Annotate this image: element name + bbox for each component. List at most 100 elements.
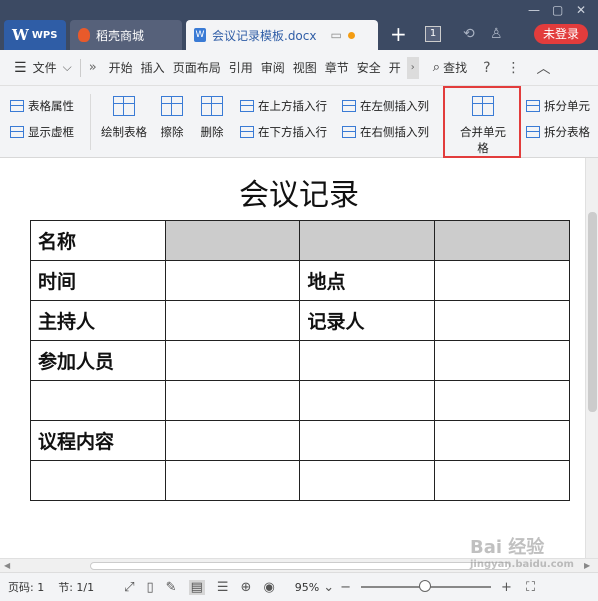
zoom-level[interactable]: 95% bbox=[295, 581, 319, 594]
table-cell[interactable] bbox=[164, 460, 301, 501]
edit-pen-icon[interactable]: ✎ bbox=[166, 580, 177, 595]
outline-view-icon[interactable]: ☰ bbox=[217, 580, 229, 595]
vertical-scrollbar[interactable] bbox=[585, 158, 598, 558]
table-cell[interactable] bbox=[434, 300, 570, 341]
maximize-icon[interactable]: ▢ bbox=[552, 3, 563, 17]
table-cell[interactable] bbox=[434, 340, 570, 381]
document-title[interactable]: 会议记录 bbox=[0, 170, 598, 214]
table-cell[interactable] bbox=[30, 380, 166, 421]
vertical-scroll-thumb[interactable] bbox=[588, 212, 597, 412]
monitor-icon[interactable]: ▭ bbox=[330, 28, 341, 42]
delete-table-icon bbox=[201, 96, 223, 116]
menu-item-layout[interactable]: 页面布局 bbox=[169, 59, 225, 76]
insert-column-right-button[interactable]: 在右侧插入列 bbox=[342, 124, 429, 140]
sync-icon[interactable]: ⟲ bbox=[463, 26, 475, 42]
table-cell[interactable]: 地点 bbox=[299, 260, 436, 301]
insert-row-below-button[interactable]: 在下方插入行 bbox=[240, 124, 327, 140]
table-cell[interactable] bbox=[30, 460, 166, 501]
button-label: 拆分单元 bbox=[544, 99, 590, 113]
button-label: 显示虚框 bbox=[28, 125, 74, 139]
double-chevron-icon[interactable]: » bbox=[89, 60, 97, 75]
collapse-ribbon-icon[interactable]: ︿ bbox=[537, 58, 551, 78]
more-options-icon[interactable]: ⋮ bbox=[507, 60, 521, 76]
zoom-in-icon[interactable]: + bbox=[501, 580, 512, 595]
split-cells-icon bbox=[526, 100, 540, 112]
table-cell[interactable] bbox=[164, 380, 301, 421]
tab-docer-shop[interactable]: 稻壳商城 bbox=[70, 20, 182, 50]
table-cell[interactable] bbox=[164, 420, 301, 461]
table-cell[interactable] bbox=[299, 220, 436, 261]
fit-page-icon[interactable]: ⤢ bbox=[124, 580, 134, 595]
menu-scroll-right-icon[interactable]: › bbox=[406, 56, 419, 79]
reading-mode-icon[interactable]: ▯ bbox=[147, 580, 154, 595]
web-view-icon[interactable]: ⊕ bbox=[241, 580, 252, 595]
tab-label: 会议记录模板.docx bbox=[212, 28, 317, 43]
skin-shirt-icon[interactable]: ♙ bbox=[490, 26, 503, 42]
table-cell[interactable] bbox=[299, 380, 436, 421]
insert-column-left-button[interactable]: 在左侧插入列 bbox=[342, 98, 429, 114]
menu-item-review[interactable]: 审阅 bbox=[257, 59, 289, 76]
minimize-icon[interactable]: — bbox=[528, 3, 540, 17]
menu-item-developer[interactable]: 开 bbox=[385, 59, 405, 76]
table-cell[interactable] bbox=[434, 220, 570, 261]
table-cell[interactable] bbox=[434, 460, 570, 501]
table-cell[interactable]: 名称 bbox=[30, 220, 166, 261]
zoom-dropdown-icon[interactable]: ⌄ bbox=[323, 580, 334, 595]
table-cell[interactable] bbox=[434, 420, 570, 461]
table-row: 议程内容 bbox=[30, 420, 570, 461]
table-cell[interactable] bbox=[164, 340, 301, 381]
login-button[interactable]: 未登录 bbox=[534, 24, 588, 44]
new-tab-button[interactable]: + bbox=[390, 22, 407, 46]
delete-button[interactable]: 删除 bbox=[184, 96, 240, 140]
file-menu[interactable]: ☰ 文件 ⌵ bbox=[14, 59, 72, 76]
button-label: 拆分表格 bbox=[544, 125, 590, 139]
menu-item-view[interactable]: 视图 bbox=[289, 59, 321, 76]
zoom-out-icon[interactable]: − bbox=[340, 580, 351, 595]
menu-item-references[interactable]: 引用 bbox=[225, 59, 257, 76]
status-bar: 页码: 1 节: 1/1 ⤢ ▯ ✎ ▤ ☰ ⊕ ◉ 95% ⌄ − + ⛶ bbox=[0, 572, 598, 601]
table-cell[interactable]: 时间 bbox=[30, 260, 166, 301]
search-button[interactable]: ⌕ 查找 bbox=[433, 59, 467, 76]
insert-column-right-icon bbox=[342, 126, 356, 138]
show-gridlines-button[interactable]: 显示虚框 bbox=[10, 124, 74, 140]
table-cell[interactable] bbox=[164, 260, 301, 301]
table-cell[interactable] bbox=[164, 220, 301, 261]
menu-item-security[interactable]: 安全 bbox=[353, 59, 385, 76]
section-number: 节: 1/1 bbox=[58, 581, 95, 594]
table-properties-button[interactable]: 表格属性 bbox=[10, 98, 74, 114]
menu-item-home[interactable]: 开始 bbox=[105, 59, 137, 76]
scroll-left-icon[interactable]: ◀ bbox=[4, 561, 10, 570]
table-cell[interactable] bbox=[299, 460, 436, 501]
fullscreen-icon[interactable]: ⛶ bbox=[526, 580, 535, 595]
menu-item-chapter[interactable]: 章节 bbox=[321, 59, 353, 76]
table-cell[interactable] bbox=[434, 380, 570, 421]
meeting-table[interactable]: 名称 时间 地点主持人 记录人参加人员议程内容 bbox=[30, 220, 570, 501]
menu-item-insert[interactable]: 插入 bbox=[137, 59, 169, 76]
scroll-right-icon[interactable]: ▶ bbox=[584, 561, 590, 570]
table-cell[interactable]: 参加人员 bbox=[30, 340, 166, 381]
table-cell[interactable]: 记录人 bbox=[299, 300, 436, 341]
insert-row-above-button[interactable]: 在上方插入行 bbox=[240, 98, 327, 114]
table-cell[interactable] bbox=[299, 340, 436, 381]
window-count-button[interactable]: 1 bbox=[425, 26, 441, 42]
split-table-icon bbox=[526, 126, 540, 138]
table-cell[interactable] bbox=[299, 420, 436, 461]
tab-document[interactable]: W 会议记录模板.docx ▭ bbox=[186, 20, 378, 50]
zoom-slider[interactable] bbox=[361, 580, 492, 592]
split-cells-button[interactable]: 拆分单元 bbox=[526, 98, 590, 114]
button-label: 在下方插入行 bbox=[258, 125, 327, 139]
help-icon[interactable]: ? bbox=[483, 60, 490, 76]
horizontal-scroll-thumb[interactable] bbox=[90, 562, 510, 570]
close-icon[interactable]: ✕ bbox=[576, 3, 586, 17]
zoom-slider-knob[interactable] bbox=[419, 580, 432, 592]
table-cell[interactable]: 议程内容 bbox=[30, 420, 166, 461]
tab-wps[interactable]: W WPS bbox=[4, 20, 66, 50]
table-cell[interactable] bbox=[434, 260, 570, 301]
split-table-button[interactable]: 拆分表格 bbox=[526, 124, 590, 140]
button-label: 在右侧插入列 bbox=[360, 125, 429, 139]
table-row bbox=[30, 460, 570, 501]
table-cell[interactable]: 主持人 bbox=[30, 300, 166, 341]
table-cell[interactable] bbox=[164, 300, 301, 341]
page-view-icon[interactable]: ▤ bbox=[188, 579, 205, 595]
eye-protection-icon[interactable]: ◉ bbox=[263, 580, 274, 595]
